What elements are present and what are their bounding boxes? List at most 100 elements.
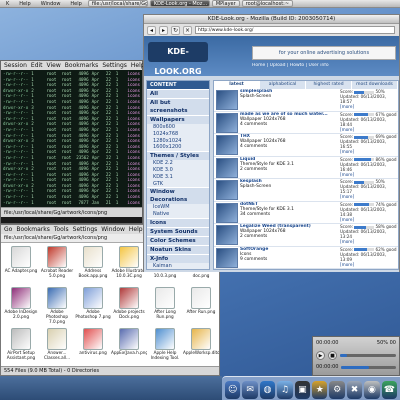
file-item[interactable]: Address Book.app.png [75,245,111,285]
konsole-menu-item[interactable]: Settings [102,61,127,70]
file-item[interactable]: Answer... Classes.all... [39,327,75,366]
file-item[interactable]: AppleWorksp.ditor.png [183,327,219,366]
file-item[interactable]: AC Adapter.png [3,245,39,285]
konqueror-menu-item[interactable]: Bookmarks [16,225,50,234]
file-icon[interactable] [47,287,67,309]
more-link[interactable]: [more] [340,104,398,109]
entry-comments[interactable]: 9 comments [240,257,340,262]
taskbar-button[interactable]: KDE-Look.org - Moz... [149,0,210,7]
entry-thumbnail[interactable] [216,90,238,110]
file-item[interactable]: Apple Help Indexing Tool. [147,327,183,366]
file-icon[interactable] [47,328,67,350]
file-icon[interactable] [83,287,103,309]
site-nav[interactable]: Home | Upload | Howto | User info [252,63,398,71]
entry-comments[interactable]: 2 comments [240,234,340,239]
music-icon[interactable]: ♫ [277,381,293,399]
file-item[interactable]: Adobe InDesign 2.0.png [3,286,39,326]
file-item[interactable]: Adobe Illustrator 10.0.3C.png [111,245,147,285]
category-link[interactable]: All [147,89,209,98]
more-link[interactable]: [more] [340,149,398,154]
gear-icon[interactable]: ⚙ [329,381,345,399]
subcategory-link[interactable]: Native [147,211,209,218]
file-item[interactable]: After Long Run.png [147,286,183,326]
volume-slider[interactable] [341,365,396,369]
category-link[interactable]: Color Schemes [147,235,209,245]
terminal-icon[interactable]: ▣ [294,381,311,399]
subcategory-link[interactable]: KDE 3.0 [147,167,209,174]
konqueror-menu-item[interactable]: Tools [54,225,69,234]
entry-thumbnail[interactable] [216,247,238,268]
panel-help-button[interactable]: Help [15,1,34,7]
reload-icon[interactable]: ↻ [171,25,180,35]
file-icon[interactable] [83,328,103,350]
subcategory-link[interactable]: KDE 2.2 [147,160,209,167]
konsole-menu-item[interactable]: Edit [31,61,43,70]
subcategory-link[interactable]: 800x600 [147,124,209,131]
entry-comments[interactable]: 2 comments [240,167,340,172]
kmenu-button[interactable]: K [2,1,13,7]
entry-thumbnail[interactable] [216,180,238,200]
file-item[interactable]: Adobe Photoshop 7.0.png [39,286,75,326]
konqueror-menu-item[interactable]: Settings [73,225,98,234]
back-icon[interactable]: ◂ [147,25,156,35]
konsole-menu-item[interactable]: Bookmarks [65,61,99,70]
file-item[interactable]: Acrobat Reader 5.0.png [39,245,75,285]
file-icon[interactable] [11,246,31,268]
finder-icon[interactable]: ☺ [225,381,241,399]
more-link[interactable]: [more] [340,239,398,244]
subcategory-link[interactable]: 1280x1024 [147,138,209,145]
taskbar-button[interactable]: MPlayer [211,0,240,7]
file-icon[interactable] [119,287,139,309]
mail-icon[interactable]: ✉ [242,381,258,399]
file-item[interactable]: Adobe projects Dock.png [111,286,147,326]
file-item[interactable]: AppEx(Java.h.png [111,327,147,366]
file-item[interactable]: antivirus.png [75,327,111,366]
chat-icon[interactable]: ☎ [381,381,398,399]
entry-thumbnail[interactable] [216,135,238,155]
file-icon[interactable] [47,246,67,268]
file-icon[interactable] [83,246,103,268]
category-link[interactable]: Icons [147,217,209,227]
entry-comments[interactable]: 4 comments [240,144,340,149]
more-link[interactable]: [more] [340,194,398,199]
entry-thumbnail[interactable] [216,202,238,223]
subcategory-link[interactable]: 1024x768 [147,131,209,138]
file-icon[interactable] [191,328,211,350]
cd-icon[interactable]: ◉ [364,381,380,399]
file-icon[interactable] [11,287,31,309]
entry-comments[interactable]: 4 comments [240,122,340,127]
konqueror-menu-item[interactable]: Go [4,225,12,234]
subcategory-link[interactable]: IceWM [147,204,209,211]
globe-icon[interactable]: ◍ [259,381,276,399]
more-link[interactable]: [more] [340,262,398,267]
file-icon[interactable] [155,328,175,350]
stop-icon[interactable]: × [183,25,192,35]
more-link[interactable]: [more] [340,127,398,132]
file-icon[interactable] [119,328,139,350]
forward-icon[interactable]: ▸ [159,25,168,35]
file-icon[interactable] [155,287,175,309]
entry-comments[interactable]: 34 comments [240,212,340,217]
file-icon[interactable] [191,287,211,309]
panel-help-button-2[interactable]: Help [66,1,85,7]
category-link[interactable]: X-Jnfo [147,253,209,263]
category-link[interactable]: Window Decorations [147,187,209,205]
terminal-output[interactable]: -rw-r--r-- 1 root root 4096 Apr 22 1 icons -rw-r-… [1,70,142,207]
ad-banner[interactable]: for your online advertising solutions [252,46,396,60]
play-icon[interactable]: ▶ [316,350,325,360]
subcategory-link[interactable]: KDE 3.1 [147,174,209,181]
category-link[interactable]: Wallpapers [147,115,209,124]
category-link[interactable]: Themes / Styles [147,151,209,161]
tab-latest[interactable]: latest [214,81,260,89]
url-field[interactable]: http://www.kde-look.org/ [195,26,395,34]
category-link[interactable]: All but screenshots [147,98,209,115]
entry-thumbnail[interactable] [216,112,238,133]
tab-alphabetical[interactable]: alphabetical [260,81,306,89]
file-item[interactable]: AirPort Setup Assistant.png [3,327,39,366]
taskbar-button[interactable]: file:/usr/local/share/Gg... [87,0,148,7]
entry-thumbnail[interactable] [216,157,238,178]
subcategory-link[interactable]: Kaiman [147,263,209,269]
more-link[interactable]: [more] [340,172,398,177]
file-icon[interactable] [119,246,139,268]
entry-thumbnail[interactable] [216,225,238,245]
